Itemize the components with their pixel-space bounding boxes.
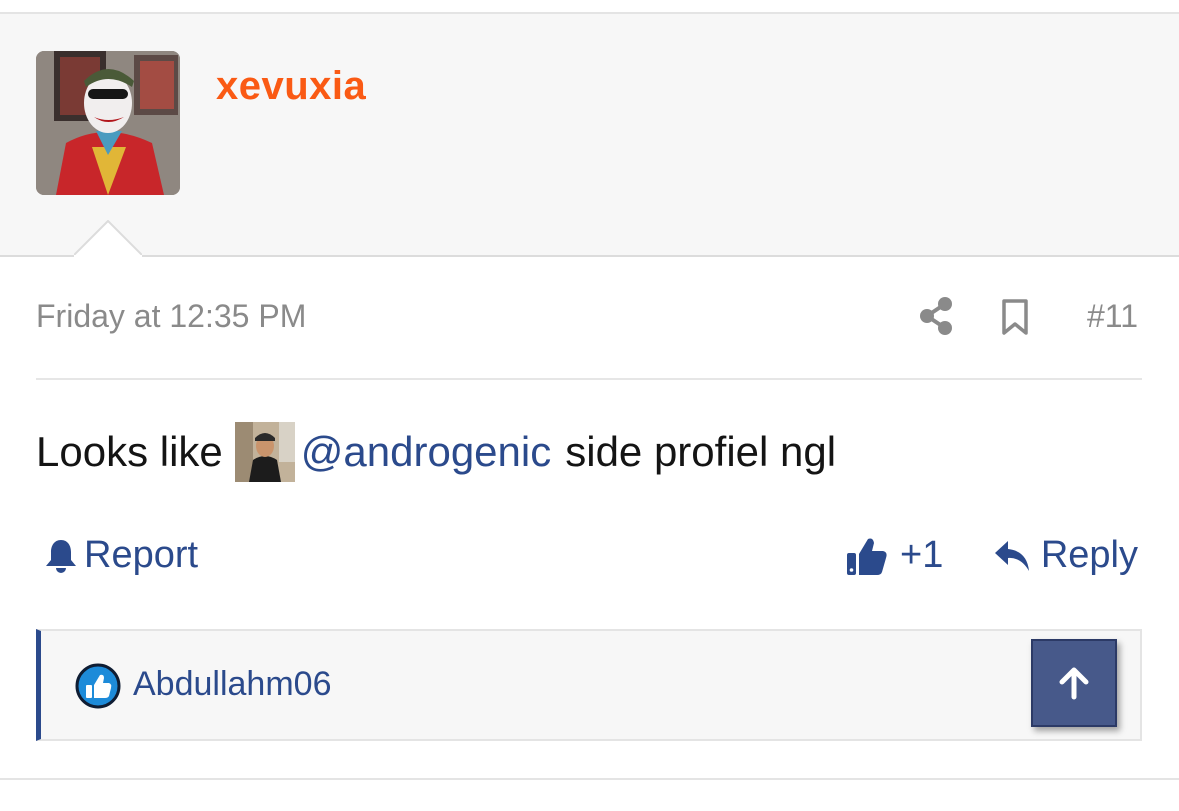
post-text-suffix: side profiel ngl: [565, 428, 837, 475]
scroll-to-top-button[interactable]: [1031, 639, 1117, 727]
share-icon[interactable]: [918, 296, 954, 336]
mention-link[interactable]: @androgenic: [301, 428, 551, 476]
header-arrow-tip: [74, 220, 142, 257]
post-text-prefix: Looks like: [36, 428, 223, 475]
bell-icon: [46, 539, 76, 573]
arrow-up-icon: [1059, 667, 1089, 700]
like-badge-icon: [75, 663, 121, 709]
like-button[interactable]: +1: [846, 534, 943, 577]
reactor-name[interactable]: Abdullahm06: [133, 665, 331, 704]
post-number-link[interactable]: #11: [1087, 298, 1138, 335]
post-actions: Report +1 Reply: [36, 532, 1142, 582]
user-header: xevuxia: [0, 14, 1179, 257]
bookmark-icon[interactable]: [1000, 298, 1030, 336]
username-link[interactable]: xevuxia: [216, 64, 366, 109]
thumbs-up-icon: [847, 538, 887, 575]
report-button[interactable]: Report: [44, 534, 198, 577]
mention-avatar[interactable]: [234, 422, 295, 482]
user-avatar[interactable]: [36, 51, 180, 195]
like-count: +1: [900, 534, 944, 576]
post-meta: Friday at 12:35 PM #11: [36, 296, 1142, 340]
reply-arrow-icon: [994, 540, 1029, 571]
bottom-border: [0, 778, 1179, 780]
meta-divider: [36, 378, 1142, 380]
reactions-bar[interactable]: Abdullahm06: [36, 629, 1142, 741]
reply-label: Reply: [1040, 534, 1138, 576]
reply-button[interactable]: Reply: [993, 534, 1138, 577]
post-date[interactable]: Friday at 12:35 PM: [36, 298, 306, 335]
post-body: Looks like @androgenic side profiel ngl: [36, 422, 836, 482]
report-label: Report: [84, 534, 199, 576]
